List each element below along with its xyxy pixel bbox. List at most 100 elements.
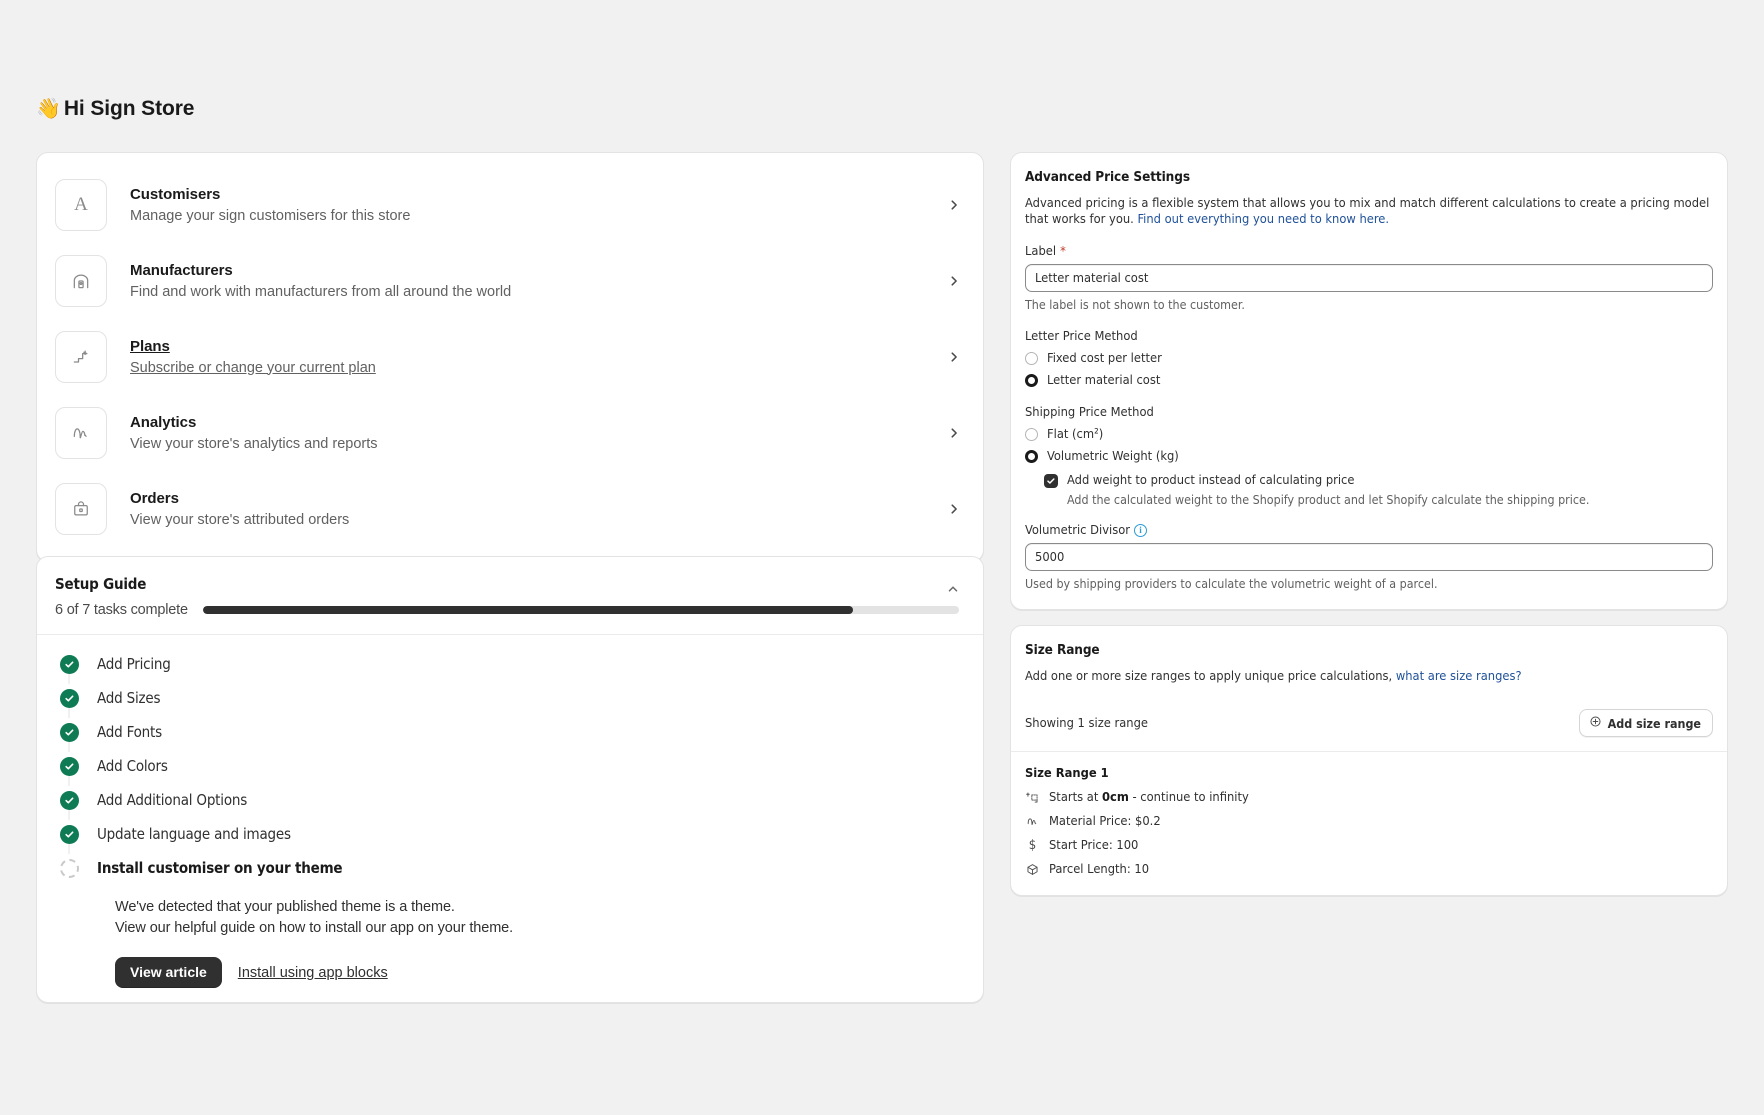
check-circle-icon bbox=[60, 825, 79, 844]
task-connector bbox=[69, 673, 70, 684]
label-input[interactable] bbox=[1025, 264, 1713, 292]
radio-flat-cm2[interactable]: Flat (cm²) bbox=[1025, 427, 1713, 442]
info-icon[interactable]: i bbox=[1134, 524, 1147, 537]
task-connector bbox=[69, 775, 70, 786]
setup-task[interactable]: Update language and images bbox=[59, 821, 963, 855]
radio-fixed-cost-per-letter[interactable]: Fixed cost per letter bbox=[1025, 351, 1713, 366]
radio-letter-material-cost[interactable]: Letter material cost bbox=[1025, 373, 1713, 388]
setup-progress-bar bbox=[203, 606, 959, 614]
chevron-right-icon bbox=[947, 198, 961, 212]
chevron-up-icon bbox=[946, 582, 960, 596]
nav-item-subtitle: Find and work with manufacturers from al… bbox=[130, 282, 947, 303]
setup-task-list: Add Pricing Add Sizes Add bbox=[37, 635, 983, 1002]
nav-item-analytics[interactable]: Analytics View your store's analytics an… bbox=[37, 395, 983, 471]
letter-price-method-label: Letter Price Method bbox=[1025, 329, 1713, 344]
navigation-list: A Customisers Manage your sign customise… bbox=[37, 153, 983, 561]
navigation-card: A Customisers Manage your sign customise… bbox=[36, 152, 984, 562]
setup-progress-text: 6 of 7 tasks complete bbox=[55, 602, 203, 618]
label-text: Label bbox=[1025, 244, 1056, 259]
check-circle-icon bbox=[60, 723, 79, 742]
setup-task[interactable]: Add Colors bbox=[59, 753, 963, 787]
analytics-wave-icon bbox=[1025, 815, 1040, 828]
label-field-label: Label * bbox=[1025, 244, 1713, 259]
orders-box-icon bbox=[55, 483, 107, 535]
radio-label: Flat (cm²) bbox=[1047, 427, 1103, 442]
parcel-length-text: Parcel Length: 10 bbox=[1049, 862, 1149, 877]
view-article-button[interactable]: View article bbox=[115, 957, 222, 988]
check-circle-icon bbox=[60, 791, 79, 810]
greeting-text: Hi Sign Store bbox=[64, 97, 195, 120]
task-label: Add Colors bbox=[97, 753, 168, 779]
size-range-title: Size Range bbox=[1025, 642, 1713, 658]
task-marker bbox=[59, 651, 79, 674]
volumetric-divisor-text: Volumetric Divisor bbox=[1025, 523, 1130, 538]
checkbox-label: Add weight to product instead of calcula… bbox=[1067, 473, 1354, 488]
volumetric-divisor-input[interactable] bbox=[1025, 543, 1713, 571]
measure-range-icon bbox=[1025, 791, 1040, 804]
nav-item-plans[interactable]: Plans Subscribe or change your current p… bbox=[37, 319, 983, 395]
radio-volumetric-weight[interactable]: Volumetric Weight (kg) bbox=[1025, 449, 1713, 464]
plus-circle-icon bbox=[1589, 715, 1602, 731]
factory-icon bbox=[55, 255, 107, 307]
add-size-range-button[interactable]: Add size range bbox=[1579, 709, 1713, 737]
dollar-icon: $ bbox=[1025, 838, 1040, 853]
check-circle-icon bbox=[60, 655, 79, 674]
material-price-text: Material Price: $0.2 bbox=[1049, 814, 1161, 829]
size-range-item: Size Range 1 Starts at 0cm - continue to… bbox=[1025, 752, 1713, 877]
radio-label: Letter material cost bbox=[1047, 373, 1160, 388]
nav-item-orders[interactable]: Orders View your store's attributed orde… bbox=[37, 471, 983, 547]
chevron-right-icon bbox=[947, 502, 961, 516]
checkbox-add-weight-to-product[interactable]: Add weight to product instead of calcula… bbox=[1044, 473, 1713, 488]
volumetric-divisor-label: Volumetric Divisor i bbox=[1025, 523, 1713, 538]
nav-item-title: Analytics bbox=[130, 412, 947, 433]
active-task-actions: View article Install using app blocks bbox=[115, 957, 963, 988]
task-label: Add Sizes bbox=[97, 685, 160, 711]
page-title: 👋Hi Sign Store bbox=[36, 96, 194, 121]
start-price-text: Start Price: 100 bbox=[1049, 838, 1138, 853]
collapse-setup-guide-button[interactable] bbox=[939, 575, 967, 603]
nav-item-subtitle: View your store's analytics and reports bbox=[130, 434, 947, 455]
waving-hand-icon: 👋 bbox=[36, 98, 61, 120]
analytics-wave-icon bbox=[55, 407, 107, 459]
setup-task[interactable]: Add Fonts bbox=[59, 719, 963, 753]
nav-item-title: Orders bbox=[130, 488, 947, 509]
setup-task[interactable]: Add Sizes bbox=[59, 685, 963, 719]
setup-task[interactable]: Add Additional Options bbox=[59, 787, 963, 821]
start-line-text: Starts at 0cm - continue to infinity bbox=[1049, 790, 1249, 805]
size-range-parcel-length-line: Parcel Length: 10 bbox=[1025, 862, 1713, 877]
task-label: Add Additional Options bbox=[97, 787, 247, 813]
check-circle-icon bbox=[60, 757, 79, 776]
setup-task-active[interactable]: Install customiser on your theme bbox=[59, 855, 963, 889]
task-connector bbox=[69, 741, 70, 752]
nav-item-title: Manufacturers bbox=[130, 260, 947, 281]
checkbox-icon-checked bbox=[1044, 474, 1058, 488]
chevron-right-icon bbox=[947, 350, 961, 364]
task-marker bbox=[59, 719, 79, 742]
setup-progress-fill bbox=[203, 606, 853, 614]
app-page: 👋Hi Sign Store A Customisers Manage your… bbox=[0, 0, 1764, 1115]
task-marker bbox=[59, 787, 79, 810]
radio-label: Volumetric Weight (kg) bbox=[1047, 449, 1179, 464]
radio-label: Fixed cost per letter bbox=[1047, 351, 1162, 366]
active-task-line2: View our helpful guide on how to install… bbox=[115, 918, 963, 939]
task-marker bbox=[59, 855, 79, 878]
install-using-app-blocks-link[interactable]: Install using app blocks bbox=[238, 965, 388, 981]
advanced-price-settings-panel: Advanced Price Settings Advanced pricing… bbox=[1010, 152, 1728, 610]
required-marker: * bbox=[1060, 244, 1066, 259]
find-out-more-link[interactable]: Find out everything you need to know her… bbox=[1137, 212, 1389, 227]
nav-item-customisers[interactable]: A Customisers Manage your sign customise… bbox=[37, 167, 983, 243]
nav-item-manufacturers[interactable]: Manufacturers Find and work with manufac… bbox=[37, 243, 983, 319]
what-are-size-ranges-link[interactable]: what are size ranges? bbox=[1396, 669, 1522, 684]
task-label: Install customiser on your theme bbox=[97, 855, 342, 881]
task-marker bbox=[59, 753, 79, 776]
radio-icon bbox=[1025, 428, 1038, 441]
package-cube-icon bbox=[1025, 863, 1040, 876]
size-range-panel: Size Range Add one or more size ranges t… bbox=[1010, 625, 1728, 896]
size-range-description: Add one or more size ranges to apply uni… bbox=[1025, 669, 1713, 685]
size-range-showing-text: Showing 1 size range bbox=[1025, 716, 1148, 731]
setup-task[interactable]: Add Pricing bbox=[59, 651, 963, 685]
nav-item-subtitle: Subscribe or change your current plan bbox=[130, 358, 947, 379]
task-label: Update language and images bbox=[97, 821, 291, 847]
size-range-start-price-line: $ Start Price: 100 bbox=[1025, 838, 1713, 853]
task-connector bbox=[69, 843, 70, 854]
